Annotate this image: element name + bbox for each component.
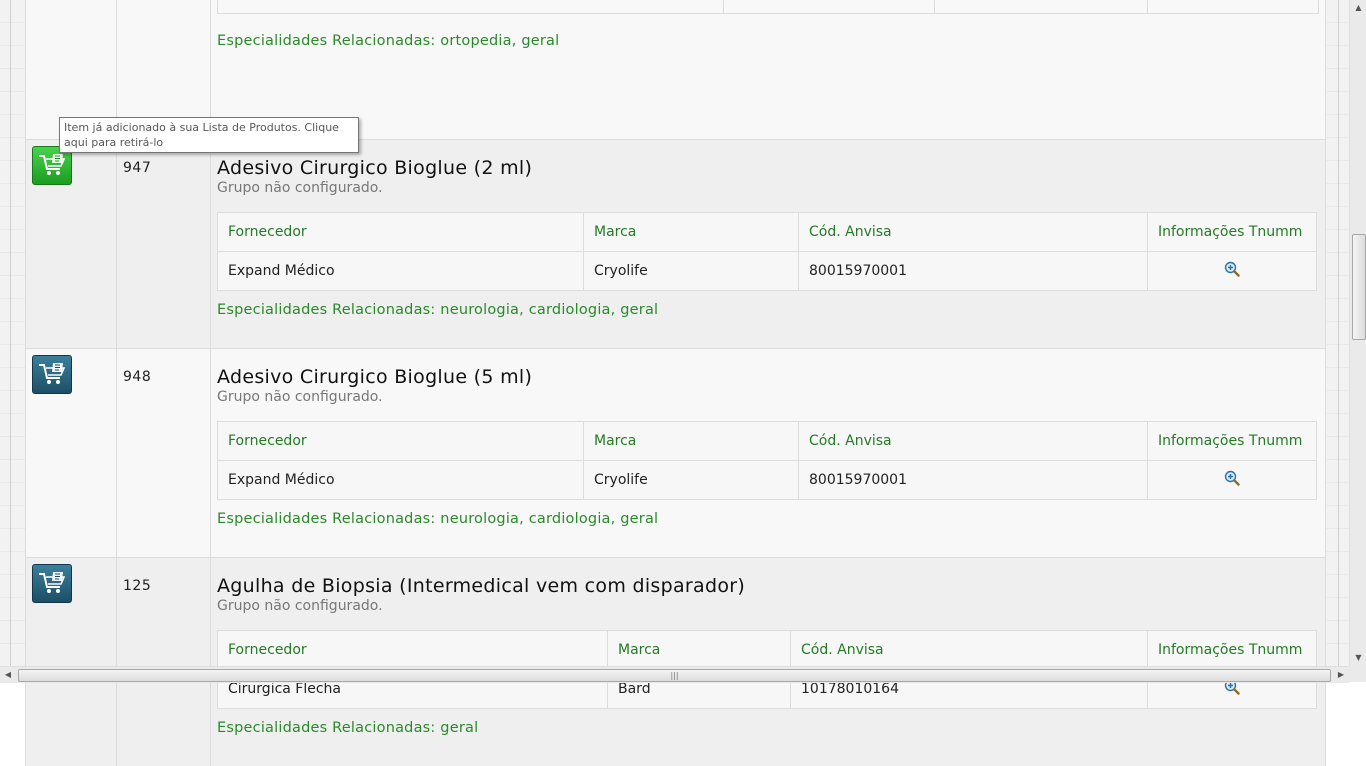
product-listing: Especialidades Relacionadas: ortopedia, …: [25, 0, 1326, 766]
vertical-scroll-thumb[interactable]: [1352, 234, 1366, 340]
cart-icon: [39, 363, 66, 384]
horizontal-scroll-thumb[interactable]: |||: [18, 669, 1331, 682]
left-border: [10, 0, 11, 666]
product-group: Grupo não configurado.: [217, 389, 383, 405]
supplier-name: Expand Médico: [217, 460, 584, 500]
product-row: 947 Adesivo Cirurgico Bioglue (2 ml) Gru…: [26, 139, 1325, 348]
scroll-right-arrow-icon[interactable]: ▶: [1333, 667, 1349, 683]
col-header-info: Informações Tnumm: [1147, 212, 1317, 252]
brand-name: Cryolife: [583, 251, 799, 291]
brand-name: Cryolife: [583, 460, 799, 500]
col-header-anvisa: Cód. Anvisa: [798, 421, 1148, 461]
col-header-supplier: Fornecedor: [217, 212, 584, 252]
col-header-supplier: Fornecedor: [217, 421, 584, 461]
scrollbar-corner: [1349, 666, 1366, 682]
anvisa-code: 80015970001: [798, 251, 1148, 291]
scroll-up-arrow-icon[interactable]: ▲: [1350, 0, 1366, 16]
partial-table: [217, 0, 1319, 14]
add-to-list-button[interactable]: [32, 355, 72, 394]
product-name: Adesivo Cirurgico Bioglue (2 ml): [217, 157, 533, 179]
add-to-list-button[interactable]: [32, 564, 72, 603]
col-header-brand: Marca: [583, 212, 799, 252]
scroll-left-arrow-icon[interactable]: ◀: [0, 667, 16, 683]
supplier-name: Expand Médico: [217, 251, 584, 291]
supplier-table: Fornecedor Marca Cód. Anvisa Informações…: [217, 421, 1317, 500]
col-header-info: Informações Tnumm: [1147, 421, 1317, 461]
product-row: 948 Adesivo Cirurgico Bioglue (5 ml) Gru…: [26, 348, 1325, 557]
supplier-table: Fornecedor Marca Cód. Anvisa Informações…: [217, 212, 1317, 291]
related-specialties: Especialidades Relacionadas: neurologia,…: [217, 511, 659, 527]
related-specialties: Especialidades Relacionadas: neurologia,…: [217, 302, 659, 318]
related-specialties: Especialidades Relacionadas: ortopedia, …: [217, 33, 560, 49]
col-header-supplier: Fornecedor: [217, 630, 608, 670]
zoom-in-icon[interactable]: [1224, 470, 1240, 486]
product-group: Grupo não configurado.: [217, 180, 383, 196]
col-header-anvisa: Cód. Anvisa: [798, 212, 1148, 252]
col-header-anvisa: Cód. Anvisa: [790, 630, 1148, 670]
col-header-brand: Marca: [583, 421, 799, 461]
related-specialties: Especialidades Relacionadas: geral: [217, 720, 479, 736]
scroll-down-arrow-icon[interactable]: ▼: [1350, 650, 1366, 666]
product-group: Grupo não configurado.: [217, 598, 383, 614]
horizontal-scrollbar[interactable]: ◀ ||| ▶: [0, 666, 1349, 683]
product-code: 948: [123, 369, 152, 385]
product-name: Adesivo Cirurgico Bioglue (5 ml): [217, 366, 533, 388]
vertical-scrollbar[interactable]: ▲ ▼: [1349, 0, 1366, 666]
cart-icon: [39, 154, 66, 175]
right-border: [1338, 0, 1339, 666]
cart-icon: [39, 572, 66, 593]
product-code: 125: [123, 578, 152, 594]
product-name: Agulha de Biopsia (Intermedical vem com …: [217, 575, 746, 597]
product-row: 125 Agulha de Biopsia (Intermedical vem …: [26, 557, 1325, 766]
col-header-info: Informações Tnumm: [1147, 630, 1317, 670]
zoom-in-icon[interactable]: [1224, 261, 1240, 277]
product-code: 947: [123, 160, 152, 176]
col-header-brand: Marca: [607, 630, 791, 670]
anvisa-code: 80015970001: [798, 460, 1148, 500]
tooltip: Item já adicionado à sua Lista de Produt…: [59, 117, 359, 153]
